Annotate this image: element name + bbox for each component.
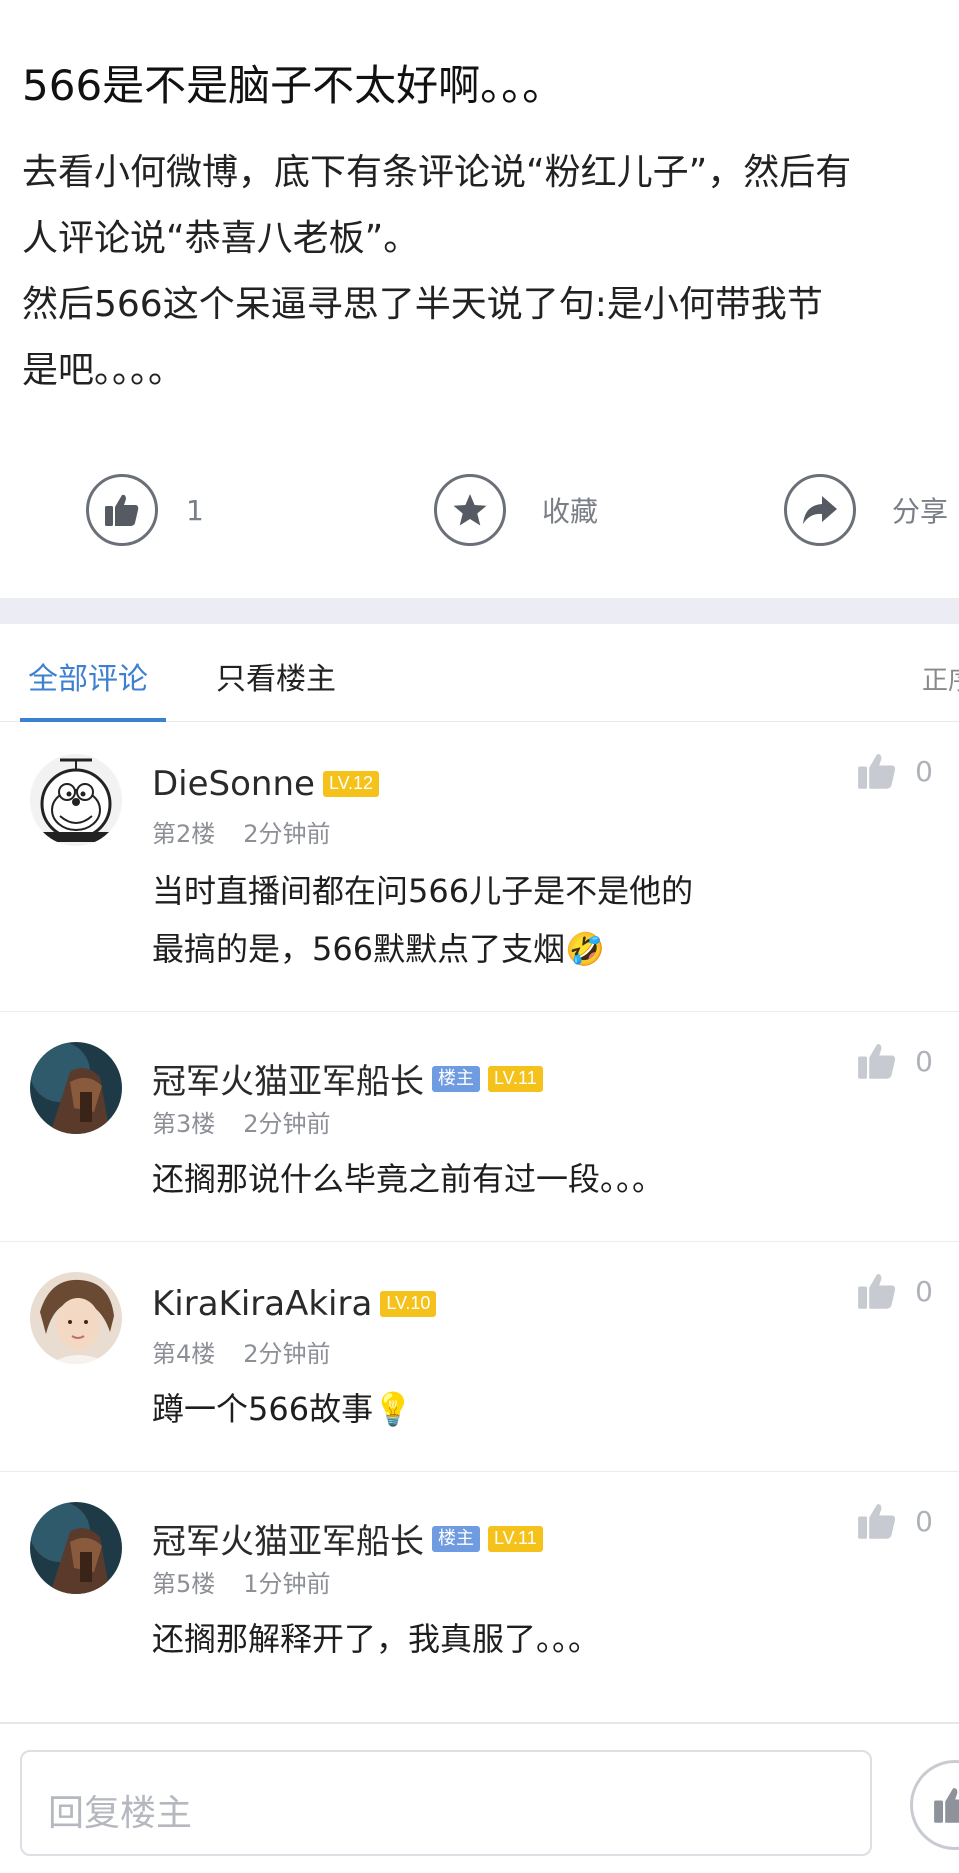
thumbs-up-icon xyxy=(86,474,158,546)
floor-number: 第3楼 xyxy=(152,1110,216,1138)
reply-bar: 回复楼主 xyxy=(0,1722,959,1873)
floor-number: 第4楼 xyxy=(152,1340,216,1368)
post-title: 566是不是脑子不太好啊。。。 xyxy=(22,61,565,110)
comment-like-count: 0 xyxy=(915,1274,933,1308)
tab-all-comments[interactable]: 全部评论 xyxy=(28,654,148,698)
comment-like-count: 0 xyxy=(915,1504,933,1538)
floor-number: 第2楼 xyxy=(152,820,216,848)
comment-tabs: 全部评论 只看楼主 正序 xyxy=(0,624,959,722)
comment-item: KiraKiraAkira LV.10 第4楼 2分钟前 蹲一个566故事💡 0 xyxy=(0,1242,959,1472)
comment-time: 2分钟前 xyxy=(243,1340,331,1368)
comment-item: 冠军火猫亚军船长 楼主 LV.11 第5楼 1分钟前 还搁那解释开了，我真服了。。… xyxy=(0,1472,959,1704)
like-button[interactable]: 1 xyxy=(86,470,204,550)
comment-meta: 第3楼 2分钟前 xyxy=(152,1104,331,1139)
post-body: 去看小何微博，底下有条评论说“粉红儿子”，然后有 人评论说“恭喜八老板”。 然后… xyxy=(22,140,851,404)
sort-toggle[interactable]: 正序 xyxy=(922,660,959,697)
post-body-line: 是吧。。。。 xyxy=(22,350,185,391)
comment-like-count: 0 xyxy=(915,754,933,788)
comment-text: 当时直播间都在问566儿子是不是他的 最搞的是，566默默点了支烟🤣 xyxy=(152,862,693,978)
comment-text: 蹲一个566故事💡 xyxy=(152,1380,413,1438)
share-button[interactable]: 分享 xyxy=(784,470,948,550)
username-text: DieSonne xyxy=(152,764,315,804)
username-text: KiraKiraAkira xyxy=(152,1284,373,1324)
thumbs-up-icon xyxy=(858,754,896,789)
post-body-line: 去看小何微博，底下有条评论说“粉红儿子”，然后有 xyxy=(22,152,852,193)
share-label: 分享 xyxy=(892,495,949,528)
comment-text-line: 还搁那解释开了，我真服了。。。 xyxy=(152,1620,601,1658)
share-arrow-icon xyxy=(784,474,856,546)
post-body-line: 人评论说“恭喜八老板”。 xyxy=(22,218,420,259)
comment-like-button[interactable]: 0 xyxy=(857,1272,933,1310)
section-divider xyxy=(0,598,959,624)
comment-text-line: 最搞的是，566默默点了支烟🤣 xyxy=(152,930,605,968)
level-badge: LV.11 xyxy=(488,1065,543,1092)
comment-time: 2分钟前 xyxy=(243,1110,331,1138)
thumbs-up-icon xyxy=(858,1274,896,1309)
reply-input[interactable]: 回复楼主 xyxy=(20,1750,872,1856)
comment-meta: 第4楼 2分钟前 xyxy=(152,1334,331,1369)
favorite-button[interactable]: 收藏 xyxy=(434,470,598,550)
thumbs-up-icon xyxy=(934,1788,959,1823)
comment-text-line: 蹲一个566故事💡 xyxy=(152,1390,413,1428)
favorite-label: 收藏 xyxy=(542,495,599,528)
star-icon xyxy=(434,474,506,546)
avatar[interactable] xyxy=(30,754,122,846)
post-actions: 1 收藏 分享 xyxy=(0,470,959,550)
comment-text-line: 还搁那说什么毕竟之前有过一段。。。 xyxy=(152,1160,665,1198)
tab-op-only[interactable]: 只看楼主 xyxy=(216,654,336,698)
post: 566是不是脑子不太好啊。。。 去看小何微博，底下有条评论说“粉红儿子”，然后有… xyxy=(0,0,959,598)
op-badge: 楼主 xyxy=(432,1525,480,1552)
username[interactable]: 冠军火猫亚军船长 楼主 LV.11 xyxy=(152,1514,543,1563)
comment-text: 还搁那说什么毕竟之前有过一段。。。 xyxy=(152,1150,664,1208)
comment-time: 2分钟前 xyxy=(243,820,331,848)
comment-like-button[interactable]: 0 xyxy=(857,1502,933,1540)
thumbs-up-icon xyxy=(858,1504,896,1539)
username[interactable]: DieSonne LV.12 xyxy=(152,764,380,804)
avatar[interactable] xyxy=(30,1042,122,1134)
level-badge: LV.10 xyxy=(380,1291,437,1317)
floor-number: 第5楼 xyxy=(152,1570,216,1598)
level-badge: LV.11 xyxy=(488,1525,543,1552)
comment-item: 冠军火猫亚军船长 楼主 LV.11 第3楼 2分钟前 还搁那说什么毕竟之前有过一段… xyxy=(0,1012,959,1242)
username-text: 冠军火猫亚军船长 xyxy=(152,1522,424,1562)
like-count: 1 xyxy=(186,493,204,527)
op-badge: 楼主 xyxy=(432,1065,480,1092)
username-text: 冠军火猫亚军船长 xyxy=(152,1062,424,1102)
post-body-line: 然后566这个呆逼寻思了半天说了句:是小何带我节 xyxy=(22,284,823,325)
comment-like-button[interactable]: 0 xyxy=(857,1042,933,1080)
comment-text: 还搁那解释开了，我真服了。。。 xyxy=(152,1610,600,1668)
comment-meta: 第2楼 2分钟前 xyxy=(152,814,331,849)
avatar[interactable] xyxy=(30,1502,122,1594)
reply-placeholder: 回复楼主 xyxy=(48,1793,193,1834)
reply-like-button[interactable] xyxy=(910,1760,959,1850)
thumbs-up-icon xyxy=(858,1044,896,1079)
username[interactable]: 冠军火猫亚军船长 楼主 LV.11 xyxy=(152,1054,543,1103)
comment-item: DieSonne LV.12 第2楼 2分钟前 当时直播间都在问566儿子是不是他… xyxy=(0,722,959,1012)
comment-like-count: 0 xyxy=(915,1044,933,1078)
comment-time: 1分钟前 xyxy=(243,1570,331,1598)
comment-meta: 第5楼 1分钟前 xyxy=(152,1564,331,1599)
avatar[interactable] xyxy=(30,1272,122,1364)
username[interactable]: KiraKiraAkira LV.10 xyxy=(152,1284,437,1324)
comment-like-button[interactable]: 0 xyxy=(857,752,933,790)
level-badge: LV.12 xyxy=(322,771,380,797)
comment-text-line: 当时直播间都在问566儿子是不是他的 xyxy=(152,872,694,910)
